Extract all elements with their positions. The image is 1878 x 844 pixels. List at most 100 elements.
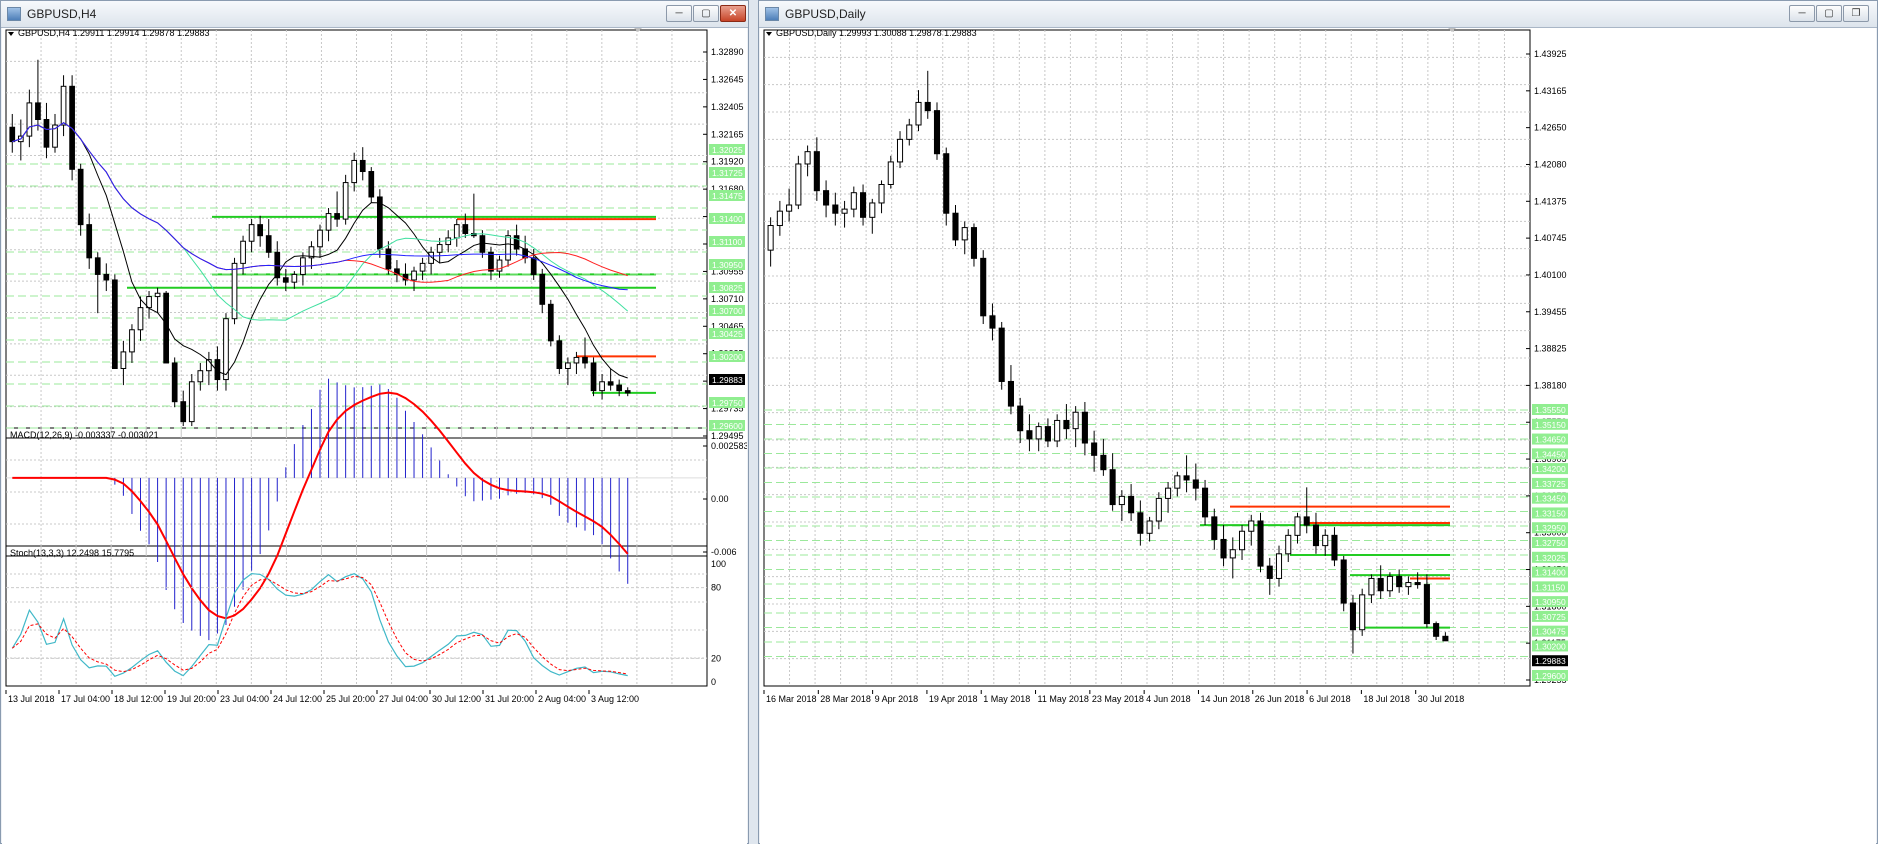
candle [129,329,135,353]
candle [530,257,537,275]
time-axis-label: 30 Jul 12:00 [432,694,481,704]
stoch-axis-tick-label: 80 [711,583,721,593]
candle [223,318,229,381]
restore-button[interactable]: ❐ [1843,5,1869,22]
candle [1017,405,1024,432]
level-price-label: 1.30950 [712,260,743,270]
time-axis-label: 30 Jul 2018 [1418,694,1465,704]
level-price-label: 1.30825 [712,283,743,293]
candle [43,119,50,148]
candle [1035,426,1042,440]
macd-axis-tick-label: 0.002583 [711,441,747,451]
chart-header: GBPUSD,Daily 1.29993 1.30088 1.29878 1.2… [776,28,977,38]
level-price-label: 1.29883 [1535,656,1566,666]
candle [1442,635,1449,642]
candle [9,126,16,143]
level-price-label: 1.32025 [1535,553,1566,563]
window-title: GBPUSD,H4 [27,7,97,21]
time-axis-label: 13 Jul 2018 [8,694,55,704]
candle [368,171,375,198]
time-axis-label: 6 Jul 2018 [1309,694,1351,704]
minimize-button[interactable]: ─ [666,5,692,22]
candle [573,356,580,364]
level-price-label: 1.32950 [1535,523,1566,533]
candle [188,381,195,423]
level-price-label: 1.31100 [712,237,742,247]
time-axis-label: 19 Jul 20:00 [167,694,216,704]
candle [462,224,469,234]
candle [1183,475,1190,481]
chart-window-daily[interactable]: GBPUSD,Daily ─ ▢ ❐ GBPUSD,Daily 1.29993 … [758,0,1878,844]
candle [970,227,978,259]
candle [1248,520,1255,532]
close-button[interactable]: ✕ [720,5,746,22]
candle [163,292,169,364]
candle [1340,559,1347,604]
candle [496,259,503,272]
candle [257,224,264,237]
level-price-label: 1.30200 [1535,641,1566,651]
candle [1109,469,1116,506]
candle [1146,520,1153,534]
time-axis-label: 16 Mar 2018 [766,694,817,704]
price-axis-tick-label: 1.43165 [1534,86,1567,96]
level-price-label: 1.30475 [1535,627,1566,637]
maximize-button[interactable]: ▢ [1816,5,1842,22]
chart-background [760,28,1876,844]
time-axis-label: 27 Jul 04:00 [379,694,428,704]
candle [1137,512,1144,534]
price-axis-tick-label: 1.32890 [711,47,744,57]
maximize-button[interactable]: ▢ [693,5,719,22]
candle [924,101,931,112]
chart-window-h4[interactable]: GBPUSD,H4 ─ ▢ ✕ GBPUSD,H4 1.29911 1.2991… [0,0,749,844]
level-price-label: 1.29883 [712,375,743,385]
candle [154,292,161,298]
level-price-label: 1.33150 [1535,508,1566,518]
level-price-label: 1.29600 [1535,671,1566,681]
candle [1155,497,1162,522]
candle [1423,584,1430,625]
level-price-label: 1.34450 [1535,449,1566,459]
candle [334,213,340,220]
minimize-button[interactable]: ─ [1789,5,1815,22]
candle [505,235,511,261]
level-price-label: 1.31725 [712,168,743,178]
candle [26,102,33,137]
candle [1396,575,1403,588]
candle [1081,411,1088,444]
candle [1331,534,1338,561]
level-price-label: 1.34200 [1535,464,1566,474]
candle [1359,594,1366,631]
price-axis-tick-label: 1.40100 [1534,270,1567,280]
candle [1414,582,1421,586]
price-axis-tick-label: 1.42650 [1534,123,1567,133]
level-price-label: 1.30700 [712,306,743,316]
level-price-label: 1.33450 [1535,494,1566,504]
candle [1377,577,1384,592]
chart-window-icon [765,7,779,21]
level-price-label: 1.32750 [1535,538,1566,548]
candle [1202,487,1209,518]
price-axis-tick-label: 1.39455 [1534,307,1567,317]
price-axis-tick-label: 1.38825 [1534,344,1567,354]
candle [1072,411,1079,430]
candle [1322,534,1329,547]
time-axis-label: 17 Jul 04:00 [61,694,110,704]
candle [795,163,802,206]
price-axis-tick-label: 1.41375 [1534,196,1567,206]
chart-area-h4[interactable]: GBPUSD,H4 1.29911 1.29914 1.29878 1.2988… [2,28,747,844]
candle [1220,538,1227,559]
time-axis-label: 14 Jun 2018 [1200,694,1250,704]
candle [1303,516,1310,526]
price-axis-tick-label: 1.32165 [711,129,744,139]
candle [1100,454,1107,471]
candle [1211,516,1218,540]
window-titlebar[interactable]: GBPUSD,Daily ─ ▢ ❐ [759,1,1877,28]
candle [582,356,588,364]
candle [1192,479,1199,489]
candle [180,401,187,423]
candle [1026,430,1033,440]
time-axis-label: 24 Jul 12:00 [273,694,322,704]
window-titlebar[interactable]: GBPUSD,H4 ─ ▢ ✕ [1,1,748,28]
chart-area-daily[interactable]: GBPUSD,Daily 1.29993 1.30088 1.29878 1.2… [760,28,1876,844]
